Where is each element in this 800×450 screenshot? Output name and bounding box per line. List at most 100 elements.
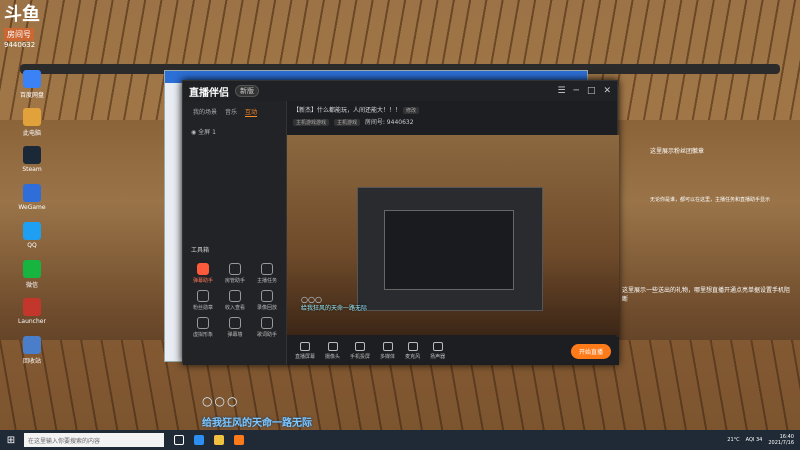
tool-label: 弹幕墙: [227, 332, 243, 338]
go-live-button[interactable]: 开始直播: [570, 343, 611, 359]
desktop-icon-label: Steam: [22, 166, 42, 173]
tool-item[interactable]: 录像回放: [251, 290, 283, 311]
app-icon: [23, 260, 41, 278]
source-button[interactable]: 扬声器: [430, 342, 445, 360]
app-icon: [23, 108, 41, 126]
app-icon: [23, 222, 41, 240]
desktop-icon[interactable]: QQ: [2, 222, 62, 258]
desktop-icon[interactable]: WeGame: [2, 184, 62, 220]
desktop-icon-label: 此电脑: [22, 130, 41, 137]
desktop-icon-label: Launcher: [18, 318, 46, 325]
live-app-icon[interactable]: [234, 435, 244, 445]
source-icon: [382, 342, 393, 351]
desktop-icon-label: 百度网盘: [19, 92, 44, 99]
browser-icon[interactable]: [194, 435, 204, 445]
tool-label: 粉丝勋章: [192, 305, 213, 311]
source-label: 手机投屏: [350, 354, 371, 360]
room-number: 9440632: [4, 41, 36, 49]
desktop-icon-label: WeGame: [18, 204, 46, 211]
taskbar-apps: [174, 435, 244, 445]
tab-0[interactable]: 我的场景: [193, 107, 217, 117]
desktop-icon-label: QQ: [27, 242, 37, 249]
task-view-icon[interactable]: [174, 435, 184, 445]
desktop-icon-label: 回收站: [22, 358, 41, 365]
tool-label: 歌词助手: [256, 332, 277, 338]
source-button[interactable]: 麦克风: [405, 342, 420, 360]
scene-item[interactable]: ◉ 全屏 1: [183, 123, 286, 140]
start-icon[interactable]: ⊞: [0, 435, 22, 446]
clock[interactable]: 16:40 2021/7/16: [768, 434, 794, 446]
room-title: 【新杰】什么都能玩，人间还能大！！！: [293, 107, 402, 114]
tool-label: 弹幕助手: [192, 278, 213, 284]
stream-preview[interactable]: ○○○ 给我狂风的天命一路无际: [287, 135, 619, 335]
tool-item[interactable]: 收入查看: [219, 290, 251, 311]
room-tag-1[interactable]: 主机游戏游戏: [293, 119, 330, 126]
tool-label: 录像回放: [256, 305, 277, 311]
app-icon: [23, 70, 41, 88]
app-name: 直播伴侣: [189, 87, 229, 99]
eye-icon[interactable]: ◉: [191, 129, 196, 136]
preview-panel: 【新杰】什么都能玩，人间还能大！！！ 修改 主机游戏游戏 主机游戏 房间号: 9…: [287, 101, 619, 365]
desktop-icon[interactable]: 回收站: [2, 336, 62, 372]
room-tag-2[interactable]: 主机游戏: [333, 119, 360, 126]
tool-item[interactable]: 主播任务: [251, 263, 283, 284]
system-tray: 21°C AQI 34 16:40 2021/7/16: [727, 434, 800, 446]
tool-item[interactable]: 弹幕墙: [219, 317, 251, 338]
tab-2[interactable]: 互动: [245, 107, 258, 117]
source-icon: [327, 342, 338, 351]
source-label: 扬声器: [430, 354, 446, 360]
side-note-1: 这里展示粉丝团徽章: [650, 148, 705, 155]
source-icon: [432, 342, 443, 351]
tool-item[interactable]: 虚拟形象: [187, 317, 219, 338]
douyu-logo: 斗鱼: [4, 4, 40, 25]
tool-label: 主播任务: [256, 278, 277, 284]
tool-item[interactable]: 歌词助手: [251, 317, 283, 338]
source-icon: [355, 342, 366, 351]
source-button[interactable]: 手机投屏: [350, 342, 370, 360]
room-label: 房间号: [4, 28, 34, 41]
desktop-icon[interactable]: Steam: [2, 146, 62, 182]
app-icon: [23, 298, 41, 316]
desktop-icon[interactable]: 百度网盘: [2, 70, 62, 106]
minimize-icon[interactable]: ─: [574, 86, 579, 96]
taskbar-search-input[interactable]: 在这里输入你要搜索的内容: [24, 433, 164, 447]
source-label: 麦克风: [405, 354, 421, 360]
scene-label: 全屏 1: [198, 129, 216, 136]
desktop-icons: 百度网盘此电脑 Steam WeGame QQ 微信 Launcher 回收站: [2, 70, 62, 374]
source-label: 多媒体: [380, 354, 396, 360]
douyu-badge: 斗鱼 房间号 9440632: [4, 4, 56, 56]
room-info: 【新杰】什么都能玩，人间还能大！！！ 修改 主机游戏游戏 主机游戏 房间号: 9…: [287, 101, 619, 131]
tool-item[interactable]: 房管助手: [219, 263, 251, 284]
version-badge[interactable]: 新版: [235, 85, 259, 97]
nested-preview: [357, 187, 543, 311]
menu-icon[interactable]: ☰: [557, 86, 565, 96]
clock-date: 2021/7/16: [768, 440, 794, 446]
maximize-icon[interactable]: □: [587, 86, 596, 96]
toolbox-title: 工具箱: [191, 247, 210, 254]
tool-icon: [229, 317, 241, 329]
source-button[interactable]: 摄像头: [325, 342, 340, 360]
source-button[interactable]: 多媒体: [380, 342, 395, 360]
source-button[interactable]: 直播屏幕: [295, 342, 315, 360]
room-id: 房间号: 9440632: [364, 119, 414, 126]
taskbar: ⊞ 在这里输入你要搜索的内容 21°C AQI 34 16:40 2021/7/…: [0, 430, 800, 450]
tool-item[interactable]: 弹幕助手: [187, 263, 219, 284]
overlay-dots: ○○○: [202, 394, 240, 408]
tool-icon: [197, 317, 209, 329]
folder-icon[interactable]: [214, 435, 224, 445]
tool-item[interactable]: 粉丝勋章: [187, 290, 219, 311]
nested-preview-inner: [384, 210, 514, 290]
desktop-icon[interactable]: 微信: [2, 260, 62, 296]
close-icon[interactable]: ✕: [603, 86, 611, 96]
app-titlebar: 直播伴侣 新版 ☰ ─ □ ✕: [183, 81, 617, 101]
tool-label: 房管助手: [224, 278, 245, 284]
app-icon: [23, 146, 41, 164]
desktop-icon[interactable]: Launcher: [2, 298, 62, 334]
aqi: AQI 34: [745, 437, 763, 443]
desktop-icon[interactable]: 此电脑: [2, 108, 62, 144]
tool-icon: [261, 263, 273, 275]
tab-1[interactable]: 音乐: [225, 107, 237, 117]
weather-temp: 21°C: [727, 437, 740, 443]
edit-button[interactable]: 修改: [402, 107, 419, 114]
app-icon: [23, 184, 41, 202]
